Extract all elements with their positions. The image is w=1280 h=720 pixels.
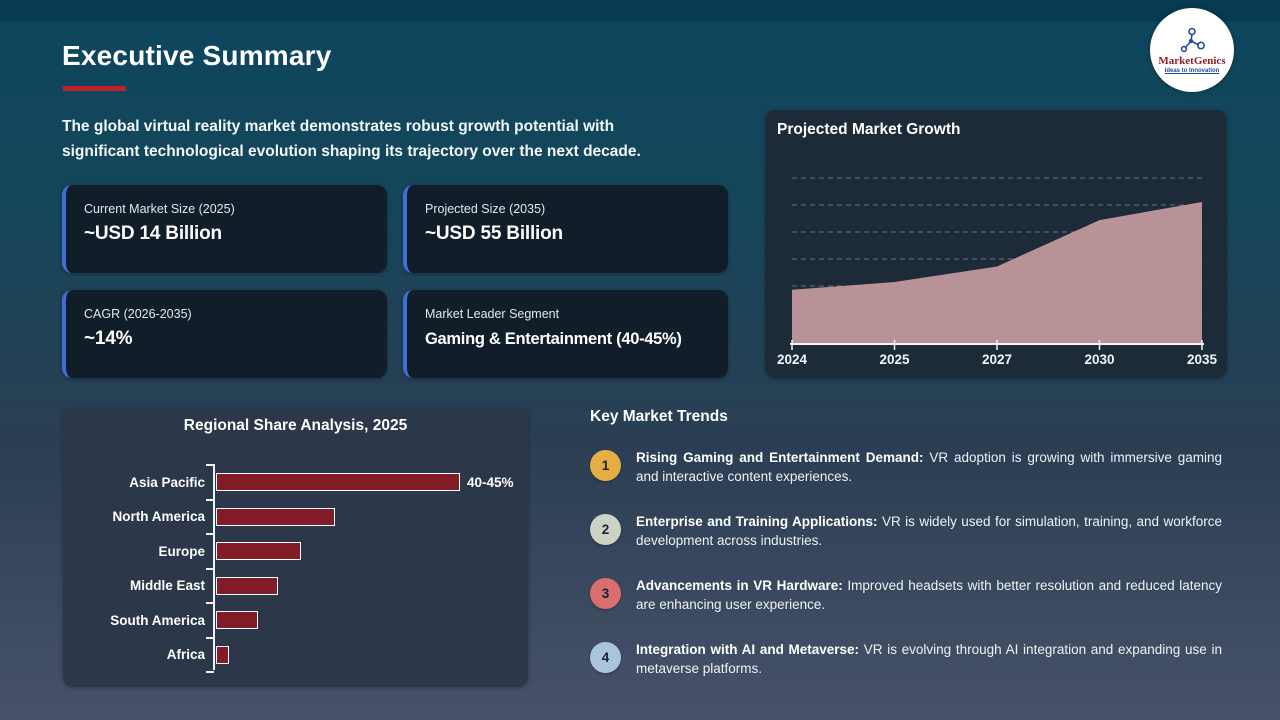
- stat-value: Gaming & Entertainment (40-45%): [425, 330, 682, 348]
- bar-africa: [216, 645, 230, 664]
- stat-card-grid: Current Market Size (2025) ~USD 14 Billi…: [62, 185, 728, 378]
- bar-label: South America: [110, 612, 205, 628]
- trend-title: Rising Gaming and Entertainment Demand:: [636, 450, 924, 465]
- trend-item-1: 1 Rising Gaming and Entertainment Demand…: [590, 448, 1222, 486]
- regional-chart-panel: Regional Share Analysis, 2025 Asia Pacif…: [63, 408, 528, 687]
- stat-label: Current Market Size (2025): [84, 202, 235, 216]
- trends-heading: Key Market Trends: [590, 408, 728, 425]
- stat-value: ~14%: [84, 328, 133, 349]
- bar-south-america: [216, 611, 258, 630]
- area-series: [792, 202, 1202, 344]
- stat-card-leader-segment: Market Leader Segment Gaming & Entertain…: [403, 290, 728, 378]
- x-axis-labels: 2024 2025 2027 2030 2035: [777, 352, 1218, 367]
- x-tick-label: 2035: [1187, 352, 1218, 367]
- trend-item-3: 3 Advancements in VR Hardware: Improved …: [590, 576, 1222, 614]
- growth-area-chart: 2024 2025 2027 2030 2035: [777, 177, 1218, 367]
- trend-item-2: 2 Enterprise and Training Applications: …: [590, 512, 1222, 550]
- bar-label: Africa: [166, 647, 205, 663]
- trend-title: Advancements in VR Hardware:: [636, 578, 843, 593]
- bar-label: Middle East: [129, 578, 205, 594]
- stat-label: Projected Size (2035): [425, 202, 546, 216]
- bar-row-north-america: North America: [63, 500, 528, 535]
- bar-row-africa: Africa: [63, 638, 528, 673]
- bar-label: Asia Pacific: [129, 474, 205, 490]
- stat-card-current-size: Current Market Size (2025) ~USD 14 Billi…: [62, 185, 387, 273]
- top-accent-bar: [0, 0, 1280, 21]
- trend-text: Advancements in VR Hardware: Improved he…: [636, 576, 1222, 614]
- intro-line-2: significant technological evolution shap…: [62, 143, 641, 160]
- bar-annotation: 40-45%: [467, 474, 514, 490]
- bar-label: Europe: [158, 543, 205, 559]
- key-market-trends: Key Market Trends 1 Rising Gaming and En…: [590, 408, 1222, 704]
- trend-number-badge: 3: [590, 578, 621, 609]
- intro-text: The global virtual reality market demons…: [62, 114, 641, 164]
- stat-value: ~USD 14 Billion: [84, 223, 222, 244]
- bar-row-asia-pacific: Asia Pacific 40-45%: [63, 465, 528, 500]
- trend-number-badge: 2: [590, 514, 621, 545]
- page-title: Executive Summary: [62, 40, 332, 71]
- trend-text: Rising Gaming and Entertainment Demand: …: [636, 448, 1222, 486]
- trend-title: Integration with AI and Metaverse:: [636, 642, 860, 657]
- x-tick-label: 2024: [777, 352, 808, 367]
- bar-row-south-america: South America: [63, 603, 528, 638]
- bar-asia-pacific: [216, 473, 460, 492]
- trend-title: Enterprise and Training Applications:: [636, 514, 878, 529]
- logo-name: MarketGenics: [1158, 54, 1226, 67]
- bar-row-middle-east: Middle East: [63, 569, 528, 604]
- stat-card-cagr: CAGR (2026-2035) ~14%: [62, 290, 387, 378]
- trend-item-4: 4 Integration with AI and Metaverse: VR …: [590, 640, 1222, 678]
- bar-rows: Asia Pacific 40-45% North America Europe…: [63, 465, 528, 672]
- regional-bar-chart: Asia Pacific 40-45% North America Europe…: [63, 460, 528, 673]
- growth-chart-title: Projected Market Growth: [777, 121, 961, 138]
- x-tick-label: 2025: [879, 352, 910, 367]
- stat-label: Market Leader Segment: [425, 307, 560, 321]
- trend-number-badge: 4: [590, 642, 621, 673]
- stat-label: CAGR (2026-2035): [84, 307, 192, 321]
- bar-label: North America: [112, 509, 205, 525]
- company-logo: MarketGenics Ideas to Innovation: [1150, 8, 1234, 92]
- stat-value: ~USD 55 Billion: [425, 223, 563, 244]
- intro-line-1: The global virtual reality market demons…: [62, 118, 615, 135]
- logo-tagline: Ideas to Innovation: [1164, 67, 1220, 74]
- trend-text: Enterprise and Training Applications: VR…: [636, 512, 1222, 550]
- title-underline: [63, 86, 126, 91]
- x-tick-label: 2027: [982, 352, 1012, 367]
- trend-number-badge: 1: [590, 450, 621, 481]
- slide: Executive Summary The global virtual rea…: [0, 0, 1280, 720]
- regional-chart-title: Regional Share Analysis, 2025: [183, 417, 408, 434]
- bar-row-europe: Europe: [63, 534, 528, 569]
- stat-card-projected-size: Projected Size (2035) ~USD 55 Billion: [403, 185, 728, 273]
- molecule-icon: [1180, 27, 1205, 52]
- bar-middle-east: [216, 576, 278, 595]
- growth-chart-panel: Projected Market Growth 2024 2025 2027 2…: [765, 110, 1227, 378]
- trend-text: Integration with AI and Metaverse: VR is…: [636, 640, 1222, 678]
- bar-north-america: [216, 507, 335, 526]
- bar-europe: [216, 542, 301, 561]
- x-tick-label: 2030: [1084, 352, 1114, 367]
